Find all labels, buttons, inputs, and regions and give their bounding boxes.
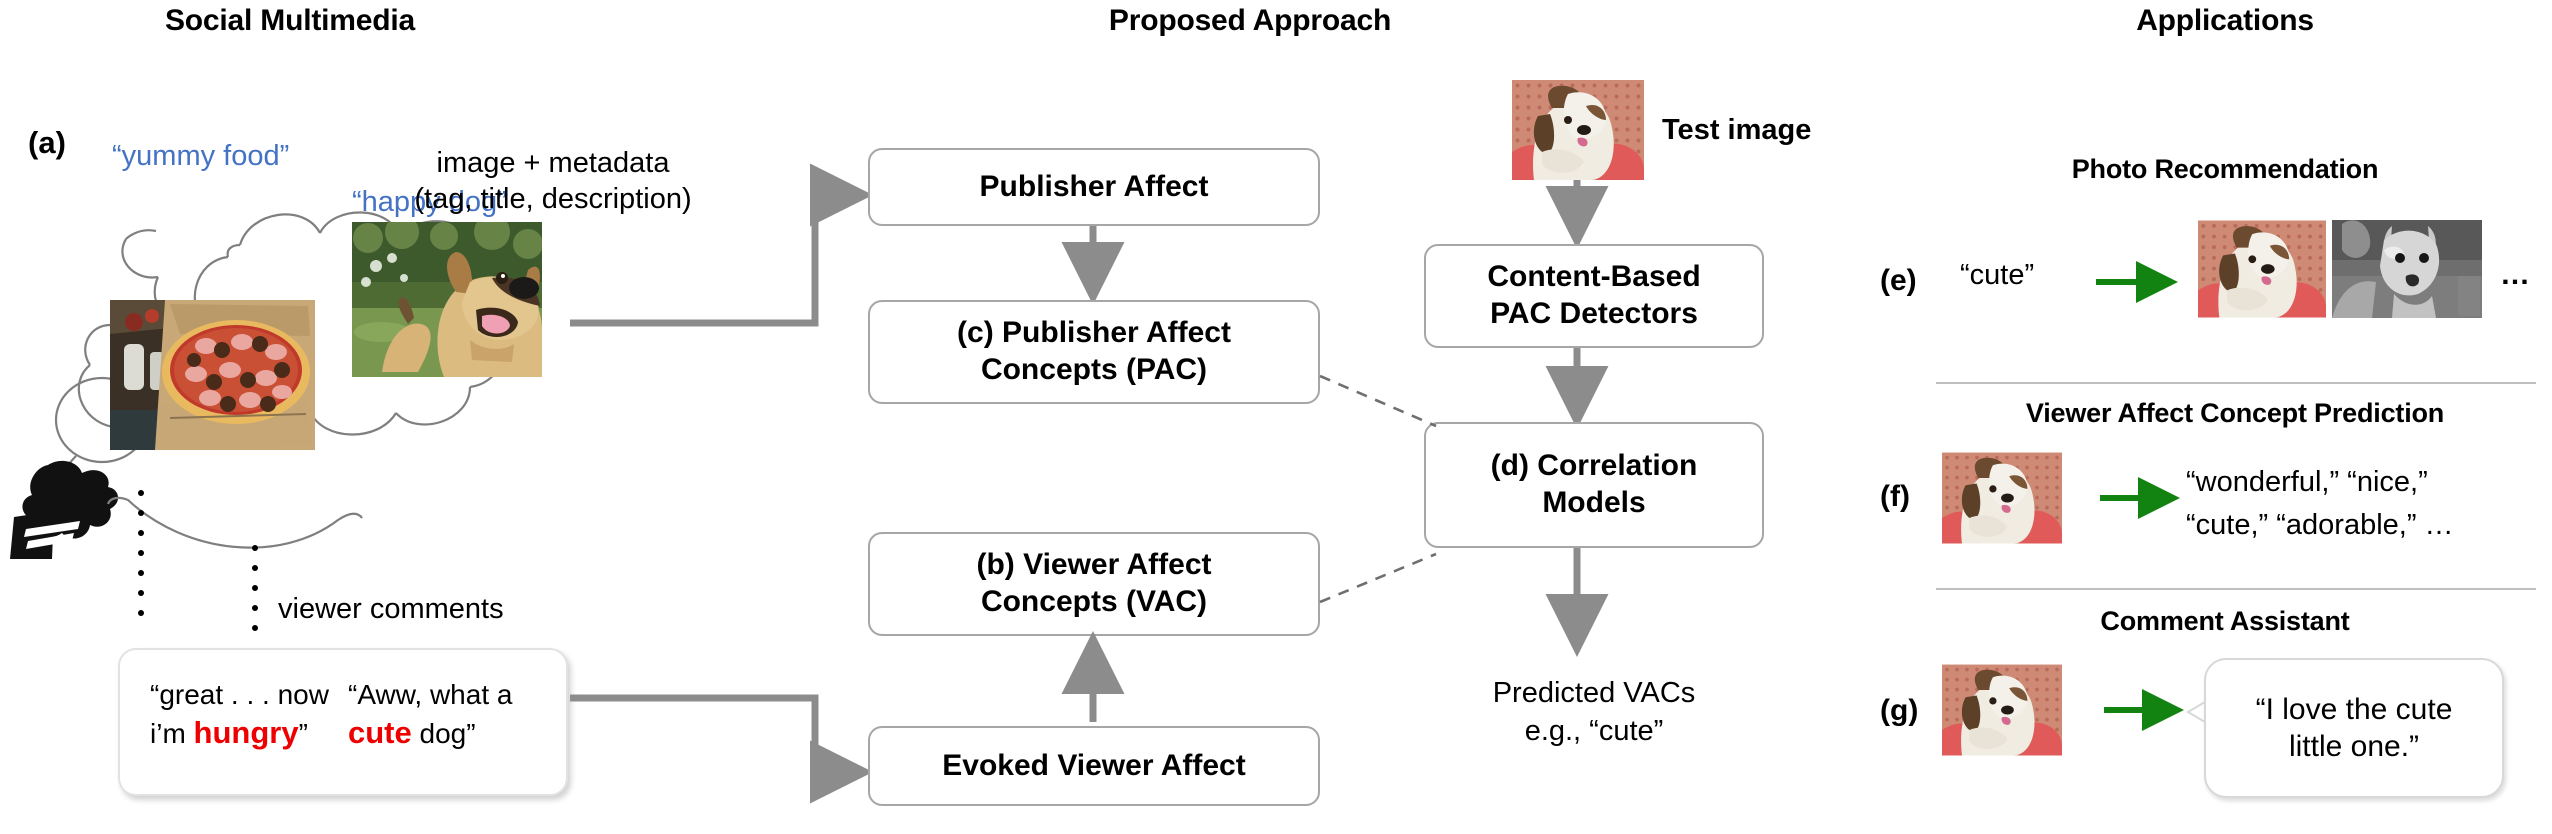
comment-left-line2-post: ” [298,718,308,750]
tag-yummy-food: “yummy food” [112,140,290,172]
grayscale-terrier-photo[interactable] [2332,220,2482,318]
viewer-comments-card: “great . . . now i’m hungry” “Aww, what … [118,648,568,796]
app-heading-comment-assistant: Comment Assistant [2100,606,2350,636]
arrow-test-image-to-detectors [1545,180,1609,249]
arrow-green-comment-assistant [2104,689,2184,731]
arrow-green-photo-rec [2096,261,2178,303]
pac-line1: (c) Publisher Affect [957,316,1231,350]
box-publisher-affect-concepts[interactable]: (c) Publisher Affect Concepts (PAC) [868,300,1320,404]
vac-line2: Concepts (VAC) [980,585,1208,618]
predicted-vacs-line1: Predicted VACs [1492,677,1696,709]
comment-highlight-cute: cute [348,715,412,751]
comment-right-line1: “Aww, what a [348,679,513,710]
app-heading-photo-recommendation: Photo Recommendation [2071,154,2379,184]
comment-left-line1: “great . . . now [150,679,329,710]
cloud-arc-icon [106,496,363,549]
panel-label-g: (g) [1880,694,1919,727]
comment-right-line2: cute dog” [348,715,512,752]
arrow-comments-to-evoked-viewer-affect [570,694,873,804]
arrow-metadata-to-publisher-affect [570,163,873,327]
balloon-line1: “I love the cute [2255,692,2453,726]
arrow-correlation-to-predicted-vacs [1545,548,1609,657]
panel-label-a: (a) [28,125,66,160]
box-evoked-viewer-affect-label: Evoked Viewer Affect [942,748,1246,782]
arrow-detectors-to-correlation-models [1545,348,1609,429]
arrow-publisher-affect-to-pac [1061,226,1125,305]
balloon-line2: little one.” [2288,730,2420,763]
comment-left-line2-pre: i’m [150,718,194,750]
test-image-label: Test image [1662,114,1812,146]
detectors-line1: Content-Based [1487,260,1701,294]
dashed-connector-pac-vac-to-correlation [1319,374,1437,604]
arrow-green-vac-prediction [2100,477,2180,519]
column-title-proposed-approach: Proposed Approach [1108,4,1392,37]
box-publisher-affect[interactable]: Publisher Affect [868,148,1320,226]
metadata-label-line1: image + metadata [436,147,670,179]
correlation-line2: Models [1542,486,1646,519]
predicted-vacs-line2: e.g., “cute” [1524,715,1664,747]
comment-highlight-hungry: hungry [193,715,299,751]
detectors-line2: PAC Detectors [1490,297,1698,330]
pizza-photo [110,300,315,450]
ellipsis-dots-right [252,545,258,645]
photo-rec-query: “cute” [1960,259,2035,291]
pac-line2: Concepts (PAC) [980,353,1208,386]
ellipsis-dots-left [138,490,144,630]
comment-left: “great . . . now i’m hungry” [150,678,329,752]
shih-tzu-puppy-photo-comment[interactable] [1942,664,2062,756]
comment-left-line2: i’m hungry” [150,715,329,752]
box-evoked-viewer-affect[interactable]: Evoked Viewer Affect [868,726,1320,806]
applications-divider-2 [1936,588,2536,590]
panel-label-e: (e) [1880,264,1917,297]
box-viewer-affect-concepts[interactable]: (b) Viewer Affect Concepts (VAC) [868,532,1320,636]
shih-tzu-puppy-photo-rec[interactable] [2198,220,2326,318]
box-correlation-models[interactable]: (d) Correlation Models [1424,422,1764,548]
shih-tzu-puppy-photo-vac[interactable] [1942,452,2062,544]
happy-dog-photo [352,222,542,377]
comment-assistant-balloon[interactable]: “I love the cute little one.” [2204,658,2504,798]
app-heading-vac-prediction: Viewer Affect Concept Prediction [2025,398,2445,428]
correlation-line1: (d) Correlation [1490,449,1698,483]
column-title-applications: Applications [2136,4,2314,37]
shih-tzu-puppy-photo-test [1512,80,1644,180]
vac-prediction-line1: “wonderful,” “nice,” [2186,466,2428,498]
comment-right-line2-post: dog” [411,718,476,750]
photo-rec-ellipsis: … [2500,258,2530,291]
vac-prediction-line2: “cute,” “adorable,” … [2186,509,2454,541]
vac-line1: (b) Viewer Affect [976,548,1212,582]
arrow-evoked-viewer-affect-to-vac [1061,631,1125,722]
panel-label-f: (f) [1880,480,1910,513]
box-publisher-affect-label: Publisher Affect [979,169,1209,203]
comment-right: “Aww, what a cute dog” [348,678,512,752]
figure-canvas: Social Multimedia Proposed Approach Appl… [0,0,2552,834]
box-content-based-pac-detectors[interactable]: Content-Based PAC Detectors [1424,244,1764,348]
viewer-comments-label: viewer comments [278,593,504,625]
column-title-social-multimedia: Social Multimedia [165,4,415,37]
applications-divider-1 [1936,382,2536,384]
